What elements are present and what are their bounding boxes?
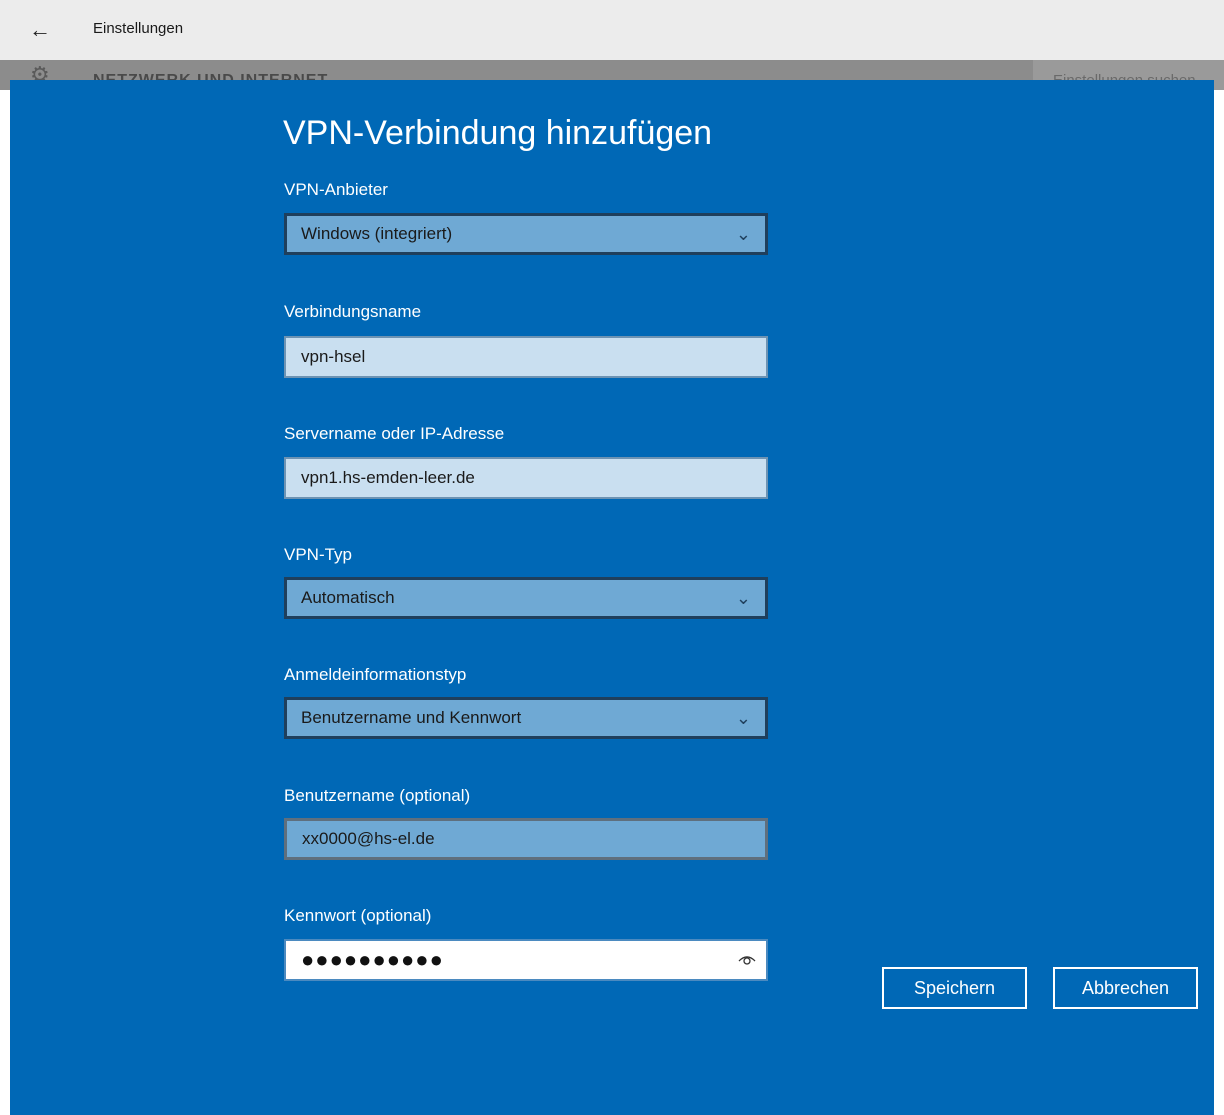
sign-in-type-label: Anmeldeinformationstyp: [284, 665, 467, 684]
password-value: ●●●●●●●●●●: [301, 947, 444, 972]
username-input[interactable]: xx0000@hs-el.de: [284, 818, 768, 860]
back-button[interactable]: ←: [20, 10, 60, 50]
vpn-provider-label: VPN-Anbieter: [284, 180, 388, 199]
chevron-down-icon: ⌄: [735, 588, 751, 608]
vpn-type-dropdown[interactable]: Automatisch ⌄: [284, 577, 768, 619]
vpn-provider-value: Windows (integriert): [301, 224, 453, 243]
sign-in-type-dropdown[interactable]: Benutzername und Kennwort ⌄: [284, 697, 768, 739]
window-title: Einstellungen: [93, 20, 184, 37]
title-bar: ← Einstellungen: [0, 0, 1224, 60]
vpn-type-value: Automatisch: [301, 588, 395, 607]
back-arrow-icon: ←: [29, 17, 51, 42]
username-label: Benutzername (optional): [284, 786, 471, 805]
chevron-down-icon: ⌄: [735, 224, 751, 244]
add-vpn-dialog: VPN-Verbindung hinzufügen VPN-Anbieter W…: [10, 80, 1214, 1115]
connection-name-label: Verbindungsname: [284, 302, 422, 321]
server-address-value: vpn1.hs-emden-leer.de: [301, 468, 475, 487]
cancel-button[interactable]: Abbrechen: [1053, 967, 1198, 1009]
server-address-input[interactable]: vpn1.hs-emden-leer.de: [284, 457, 768, 499]
chevron-down-icon: ⌄: [735, 708, 751, 728]
password-input[interactable]: ●●●●●●●●●●: [284, 939, 768, 981]
password-label: Kennwort (optional): [284, 906, 432, 925]
vpn-provider-dropdown[interactable]: Windows (integriert) ⌄: [284, 213, 768, 255]
server-address-label: Servername oder IP-Adresse: [284, 424, 505, 443]
dialog-title: VPN-Verbindung hinzufügen: [283, 114, 713, 152]
sign-in-type-value: Benutzername und Kennwort: [301, 708, 522, 727]
connection-name-value: vpn-hsel: [301, 347, 366, 366]
username-value: xx0000@hs-el.de: [302, 829, 435, 848]
vpn-type-label: VPN-Typ: [284, 545, 353, 564]
connection-name-input[interactable]: vpn-hsel: [284, 336, 768, 378]
save-button[interactable]: Speichern: [882, 967, 1027, 1009]
eye-icon[interactable]: [738, 952, 756, 966]
